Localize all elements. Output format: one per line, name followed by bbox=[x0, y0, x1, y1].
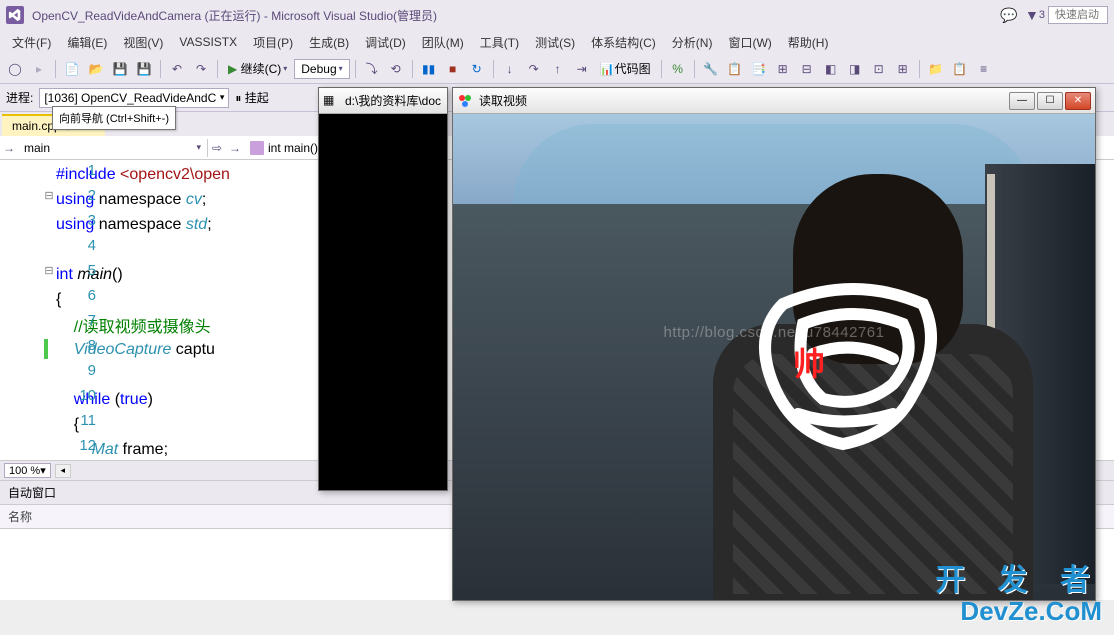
notifications-icon[interactable]: ▼3 bbox=[1024, 4, 1046, 26]
tool-icon-h[interactable]: ◨ bbox=[844, 58, 866, 80]
redo-icon[interactable]: ↷ bbox=[190, 58, 212, 80]
function-icon bbox=[250, 141, 264, 155]
tool-icon-a[interactable]: % bbox=[667, 58, 689, 80]
titlebar: OpenCV_ReadVideAndCamera (正在运行) - Micros… bbox=[0, 0, 1114, 30]
breakpoint-marker[interactable] bbox=[44, 339, 48, 359]
menu-help[interactable]: 帮助(H) bbox=[780, 31, 837, 54]
nav-go-icon[interactable]: ⇨ bbox=[208, 141, 226, 155]
tool-icon-f[interactable]: ⊟ bbox=[796, 58, 818, 80]
line-number: 5 bbox=[56, 262, 96, 279]
minimize-button[interactable]: — bbox=[1009, 92, 1035, 110]
main-toolbar: ◯ ▸ 📄 📂 💾 💾 ↶ ↷ ▶ 继续(C)▾ Debug▾ ⤵ ⟲ ▮▮ ■… bbox=[0, 54, 1114, 84]
line-number: 6 bbox=[56, 287, 96, 304]
line-number: 11 bbox=[56, 412, 96, 429]
pause-icon[interactable]: ▮▮ bbox=[418, 58, 440, 80]
window-title: OpenCV_ReadVideAndCamera (正在运行) - Micros… bbox=[32, 7, 437, 24]
line-number: 12 bbox=[56, 437, 96, 454]
brand-line1: 开 发 者 bbox=[935, 555, 1102, 599]
tool-icon-d[interactable]: 📑 bbox=[748, 58, 770, 80]
tool-icon-b[interactable]: 🔧 bbox=[700, 58, 722, 80]
menu-view[interactable]: 视图(V) bbox=[115, 31, 171, 54]
nav-back-icon[interactable]: ◯ bbox=[4, 58, 26, 80]
tool-icon-c[interactable]: 📋 bbox=[724, 58, 746, 80]
save-all-icon[interactable]: 💾 bbox=[133, 58, 155, 80]
tool-icon-j[interactable]: ⊞ bbox=[892, 58, 914, 80]
step-icon-2[interactable]: ⟲ bbox=[385, 58, 407, 80]
menu-team[interactable]: 团队(M) bbox=[414, 31, 472, 54]
process-label: 进程: bbox=[6, 89, 33, 106]
tool-icon-m[interactable]: ≡ bbox=[973, 58, 995, 80]
maximize-button[interactable]: ☐ bbox=[1037, 92, 1063, 110]
open-icon[interactable]: 📂 bbox=[85, 58, 107, 80]
nav-arrow-icon[interactable]: → bbox=[0, 141, 18, 155]
face-scribble bbox=[743, 264, 963, 469]
tool-icon-g[interactable]: ◧ bbox=[820, 58, 842, 80]
nav-fwd-icon[interactable]: ▸ bbox=[28, 58, 50, 80]
video-title: 读取视频 bbox=[479, 92, 1003, 109]
menu-file[interactable]: 文件(F) bbox=[4, 31, 59, 54]
function-dropdown[interactable]: int main() bbox=[244, 139, 325, 157]
overlay-text: 帅 bbox=[793, 339, 825, 385]
step-over-icon[interactable]: ↷ bbox=[523, 58, 545, 80]
fold-icon[interactable]: ⊟ bbox=[44, 264, 54, 277]
undo-icon[interactable]: ↶ bbox=[166, 58, 188, 80]
menu-edit[interactable]: 编辑(E) bbox=[59, 31, 115, 54]
feedback-icon[interactable]: 💬 bbox=[998, 4, 1020, 26]
step-out-icon[interactable]: ↑ bbox=[547, 58, 569, 80]
step-icon-1[interactable]: ⤵ bbox=[361, 58, 383, 80]
menu-debug[interactable]: 调试(D) bbox=[357, 31, 414, 54]
console-title: d:\我的资料库\doc bbox=[345, 92, 443, 109]
console-window[interactable]: ▦ d:\我的资料库\doc bbox=[318, 87, 448, 491]
run-to-icon[interactable]: ⇥ bbox=[571, 58, 593, 80]
menu-analyze[interactable]: 分析(N) bbox=[664, 31, 721, 54]
new-file-icon[interactable]: 📄 bbox=[61, 58, 83, 80]
codemap-button[interactable]: 📊 代码图 bbox=[595, 57, 656, 80]
tool-icon-e[interactable]: ⊞ bbox=[772, 58, 794, 80]
zoom-dropdown[interactable]: 100 % ▾ bbox=[4, 463, 51, 478]
menu-build[interactable]: 生成(B) bbox=[301, 31, 357, 54]
console-body bbox=[319, 114, 447, 490]
console-icon: ▦ bbox=[323, 93, 339, 109]
opencv-icon bbox=[457, 93, 473, 109]
config-dropdown[interactable]: Debug▾ bbox=[294, 59, 349, 79]
menu-vassistx[interactable]: VASSISTX bbox=[171, 32, 245, 52]
restart-icon[interactable]: ↻ bbox=[466, 58, 488, 80]
video-window[interactable]: 读取视频 — ☐ ✕ http://blog.csdn.net/u7844276… bbox=[452, 87, 1096, 601]
menu-arch[interactable]: 体系结构(C) bbox=[583, 31, 664, 54]
menu-project[interactable]: 项目(P) bbox=[245, 31, 301, 54]
menu-window[interactable]: 窗口(W) bbox=[720, 31, 779, 54]
line-number: 7 bbox=[56, 312, 96, 329]
line-number: 4 bbox=[56, 237, 96, 254]
process-dropdown[interactable]: [1036] OpenCV_ReadVideAndC▾ bbox=[39, 88, 229, 108]
line-number: 3 bbox=[56, 212, 96, 229]
suspend-button[interactable]: ⏸ 挂起 bbox=[235, 89, 268, 106]
console-titlebar[interactable]: ▦ d:\我的资料库\doc bbox=[319, 88, 447, 114]
scroll-left-icon[interactable]: ◂ bbox=[55, 464, 71, 478]
line-number: 8 bbox=[56, 337, 96, 354]
tool-icon-k[interactable]: 📁 bbox=[925, 58, 947, 80]
line-number: 2 bbox=[56, 187, 96, 204]
video-titlebar[interactable]: 读取视频 — ☐ ✕ bbox=[453, 88, 1095, 114]
menubar: 文件(F) 编辑(E) 视图(V) VASSISTX 项目(P) 生成(B) 调… bbox=[0, 30, 1114, 54]
menu-test[interactable]: 测试(S) bbox=[527, 31, 583, 54]
save-icon[interactable]: 💾 bbox=[109, 58, 131, 80]
continue-button[interactable]: ▶ 继续(C)▾ bbox=[223, 57, 292, 80]
line-number: 1 bbox=[56, 162, 96, 179]
step-into-icon[interactable]: ↓ bbox=[499, 58, 521, 80]
line-number: 9 bbox=[56, 362, 96, 379]
vs-logo-icon bbox=[6, 6, 24, 24]
nav-arrow2-icon[interactable]: → bbox=[226, 141, 244, 155]
tool-icon-i[interactable]: ⊡ bbox=[868, 58, 890, 80]
quick-launch-input[interactable] bbox=[1048, 6, 1108, 24]
nav-tooltip: 向前导航 (Ctrl+Shift+-) bbox=[52, 106, 176, 130]
fold-icon[interactable]: ⊟ bbox=[44, 189, 54, 202]
tool-icon-l[interactable]: 📋 bbox=[949, 58, 971, 80]
scope-dropdown[interactable]: main▾ bbox=[18, 139, 208, 157]
line-number: 10 bbox=[56, 387, 96, 404]
menu-tools[interactable]: 工具(T) bbox=[472, 31, 527, 54]
stop-icon[interactable]: ■ bbox=[442, 58, 464, 80]
video-frame: http://blog.csdn.net/u78442761 帅 bbox=[453, 114, 1095, 600]
brand-line2: DevZe.CoM bbox=[960, 596, 1102, 627]
close-button[interactable]: ✕ bbox=[1065, 92, 1091, 110]
